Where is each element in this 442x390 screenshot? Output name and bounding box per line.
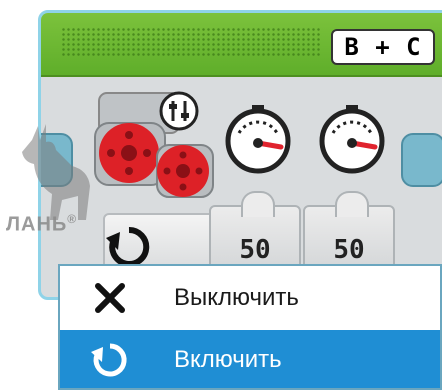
watermark-word: ЛАНЬ bbox=[6, 213, 68, 236]
sequence-output-plug[interactable] bbox=[401, 133, 442, 187]
power-left-value: 50 bbox=[239, 235, 271, 265]
menu-item-on[interactable]: Включить bbox=[60, 330, 440, 388]
menu-item-label: Включить bbox=[174, 346, 282, 373]
rotate-icon bbox=[91, 343, 127, 377]
watermark-registered: ® bbox=[67, 212, 78, 226]
menu-item-label: Выключить bbox=[174, 284, 299, 311]
mode-dropdown-menu: Выключить Включить bbox=[58, 264, 442, 390]
watermark-text: ЛАНЬ® bbox=[6, 212, 77, 237]
input-notch bbox=[241, 191, 275, 217]
block-header: B + C bbox=[41, 13, 442, 77]
speedometer-icon bbox=[225, 105, 291, 174]
menu-item-off[interactable]: Выключить bbox=[60, 268, 440, 328]
speedometer-icon bbox=[319, 105, 385, 174]
input-notch bbox=[335, 191, 369, 217]
close-icon bbox=[95, 283, 125, 313]
sliders-icon[interactable] bbox=[159, 91, 199, 131]
drag-handle[interactable] bbox=[61, 27, 321, 57]
power-right-value: 50 bbox=[333, 235, 365, 265]
port-selector[interactable]: B + C bbox=[331, 29, 435, 65]
